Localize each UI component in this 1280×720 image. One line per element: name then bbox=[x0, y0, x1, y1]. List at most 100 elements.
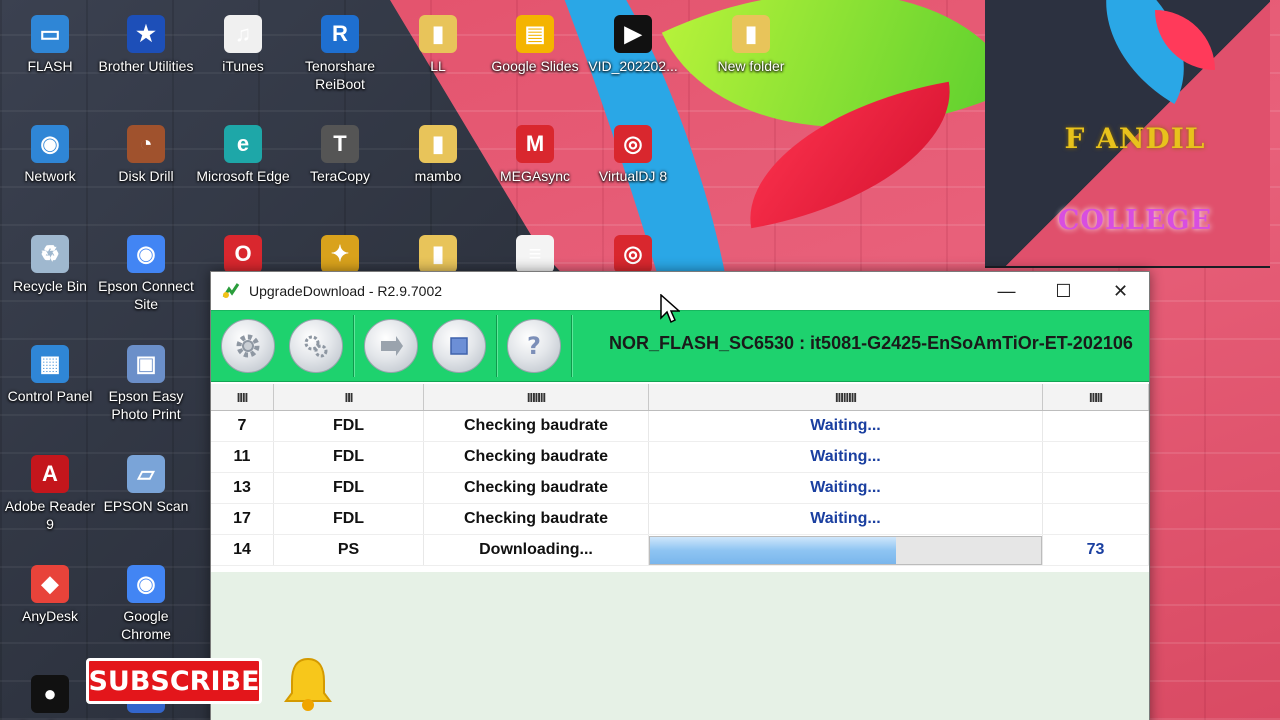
close-button[interactable]: ✕ bbox=[1092, 272, 1149, 310]
window-titlebar[interactable]: UpgradeDownload - R2.9.7002 — ☐ ✕ bbox=[211, 272, 1149, 310]
table-row[interactable]: 13 FDL Checking baudrate Waiting... bbox=[211, 473, 1149, 504]
desktop-icon[interactable]: R Tenorshare ReiBoot bbox=[292, 15, 388, 93]
teracopy-icon: T bbox=[321, 125, 359, 163]
desktop-icon[interactable]: ▮ New folder bbox=[703, 15, 799, 75]
stop-download-button[interactable] bbox=[432, 319, 486, 373]
text-file-icon: ≡ bbox=[516, 235, 554, 273]
progress-cell bbox=[649, 535, 1043, 565]
desktop-icon[interactable]: ◉ Epson Connect Site bbox=[98, 235, 194, 313]
step-cell: Downloading... bbox=[424, 535, 649, 565]
percent-cell bbox=[1043, 411, 1149, 441]
port-cell: 11 bbox=[211, 442, 274, 472]
virtualdj-icon: ◎ bbox=[614, 235, 652, 273]
desktop-icon-label: Network bbox=[24, 168, 76, 184]
port-cell: 13 bbox=[211, 473, 274, 503]
load-packet-button[interactable] bbox=[221, 319, 275, 373]
opera-icon: O bbox=[224, 235, 262, 273]
percent-cell bbox=[1043, 504, 1149, 534]
column-header[interactable]: IIIIIII bbox=[424, 384, 649, 410]
help-button[interactable]: ? bbox=[507, 319, 561, 373]
desktop-icon-label: Brother Utilities bbox=[98, 58, 194, 74]
desktop-icon[interactable]: ♫ iTunes bbox=[195, 15, 291, 75]
stage-cell: PS bbox=[274, 535, 424, 565]
mouse-cursor-icon bbox=[660, 294, 680, 324]
desktop-icon[interactable]: T TeraCopy bbox=[292, 125, 388, 185]
desktop-icon[interactable]: ◎ VirtualDJ 8 bbox=[585, 125, 681, 185]
control-panel-icon: ▦ bbox=[31, 345, 69, 383]
desktop-icon[interactable]: ▤ Google Slides bbox=[487, 15, 583, 75]
desktop-icon-label: Control Panel bbox=[7, 388, 93, 404]
svg-text:?: ? bbox=[527, 332, 541, 360]
column-header[interactable]: IIIIIIII bbox=[649, 384, 1043, 410]
desktop-icon-label: Microsoft Edge bbox=[196, 168, 290, 184]
desktop-icon[interactable]: ▮ LL bbox=[390, 15, 486, 75]
desktop-icon-label: Adobe Reader 9 bbox=[4, 498, 96, 532]
toolbar-separator bbox=[353, 315, 354, 377]
settings-button[interactable] bbox=[289, 319, 343, 373]
desktop-icon-label: Epson Connect Site bbox=[98, 278, 194, 312]
status-cell: Waiting... bbox=[649, 411, 1043, 441]
desktop-icon[interactable]: M MEGAsync bbox=[487, 125, 583, 185]
folder-icon: ▮ bbox=[732, 15, 770, 53]
desktop-icon[interactable]: ▭ FLASH bbox=[2, 15, 98, 75]
stop-icon bbox=[450, 337, 468, 355]
bandicam-icon: ● bbox=[31, 675, 69, 713]
wallpaper-logo-thumbnail: F ANDIL COLLEGE bbox=[985, 0, 1270, 268]
percent-cell bbox=[1043, 473, 1149, 503]
desktop-icon[interactable]: ◉ Google Chrome bbox=[98, 565, 194, 643]
desktop-icon[interactable]: ▶ VID_202202... bbox=[585, 15, 681, 75]
start-download-button[interactable] bbox=[364, 319, 418, 373]
desktop-icon-label: mambo bbox=[414, 168, 462, 184]
table-row[interactable]: 14 PS Downloading... 73 bbox=[211, 535, 1149, 566]
stage-cell: FDL bbox=[274, 442, 424, 472]
table-row[interactable]: 11 FDL Checking baudrate Waiting... bbox=[211, 442, 1149, 473]
desktop-icon-label: Recycle Bin bbox=[13, 278, 87, 294]
step-cell: Checking baudrate bbox=[424, 442, 649, 472]
desktop-icon-label: LL bbox=[430, 58, 446, 74]
column-header[interactable]: IIIII bbox=[1043, 384, 1149, 410]
table-row[interactable]: 17 FDL Checking baudrate Waiting... bbox=[211, 504, 1149, 535]
desktop-icon[interactable]: A Adobe Reader 9 bbox=[2, 455, 98, 533]
desktop-icon-label: VID_202202... bbox=[588, 58, 678, 74]
chrome-icon: ◉ bbox=[127, 235, 165, 273]
slides-icon: ▤ bbox=[516, 15, 554, 53]
step-cell: Checking baudrate bbox=[424, 504, 649, 534]
desktop-icon[interactable]: ◔ Disk Drill bbox=[98, 125, 194, 185]
desktop-icon[interactable]: ▮ mambo bbox=[390, 125, 486, 185]
desktop-icon[interactable]: ▱ EPSON Scan bbox=[98, 455, 194, 515]
folder-icon: ▮ bbox=[419, 125, 457, 163]
percent-cell bbox=[1043, 442, 1149, 472]
desktop-icon-label: iTunes bbox=[222, 58, 264, 74]
diskdrill-icon: ◔ bbox=[127, 125, 165, 163]
status-cell: Waiting... bbox=[649, 442, 1043, 472]
desktop-icon-label: TeraCopy bbox=[310, 168, 370, 184]
mega-icon: M bbox=[516, 125, 554, 163]
desktop-icon[interactable]: ▦ Control Panel bbox=[2, 345, 98, 405]
desktop-icon-label: EPSON Scan bbox=[103, 498, 189, 514]
desktop-icon[interactable]: ◉ Network bbox=[2, 125, 98, 185]
subscribe-badge: SUBSCRIBE bbox=[86, 658, 262, 704]
tft-icon: ✦ bbox=[321, 235, 359, 273]
status-cell: Waiting... bbox=[649, 473, 1043, 503]
adobe-reader-icon: A bbox=[31, 455, 69, 493]
desktop-icon[interactable]: ★ Brother Utilities bbox=[98, 15, 194, 75]
edge-icon: e bbox=[224, 125, 262, 163]
step-cell: Checking baudrate bbox=[424, 411, 649, 441]
minimize-button[interactable]: — bbox=[978, 272, 1035, 310]
network-icon: ◉ bbox=[31, 125, 69, 163]
desktop-icon-label: New folder bbox=[717, 58, 785, 74]
column-header[interactable]: IIII bbox=[211, 384, 274, 410]
desktop-icon[interactable]: ▣ Epson Easy Photo Print bbox=[98, 345, 194, 423]
table-row[interactable]: 7 FDL Checking baudrate Waiting... bbox=[211, 411, 1149, 442]
maximize-button[interactable]: ☐ bbox=[1035, 272, 1092, 310]
desktop-icon[interactable]: ◆ AnyDesk bbox=[2, 565, 98, 625]
desktop-icon[interactable]: ♻ Recycle Bin bbox=[2, 235, 98, 295]
gear-icon bbox=[236, 334, 260, 358]
wallpaper-text-line2: COLLEGE bbox=[1057, 205, 1213, 236]
desktop-icon-label: AnyDesk bbox=[21, 608, 79, 624]
desktop-icon[interactable]: e Microsoft Edge bbox=[195, 125, 291, 185]
scanner-icon: ▱ bbox=[127, 455, 165, 493]
column-header[interactable]: III bbox=[274, 384, 424, 410]
chrome-icon: ◉ bbox=[127, 565, 165, 603]
desktop-icon[interactable]: ●Bandicam bbox=[2, 675, 98, 720]
